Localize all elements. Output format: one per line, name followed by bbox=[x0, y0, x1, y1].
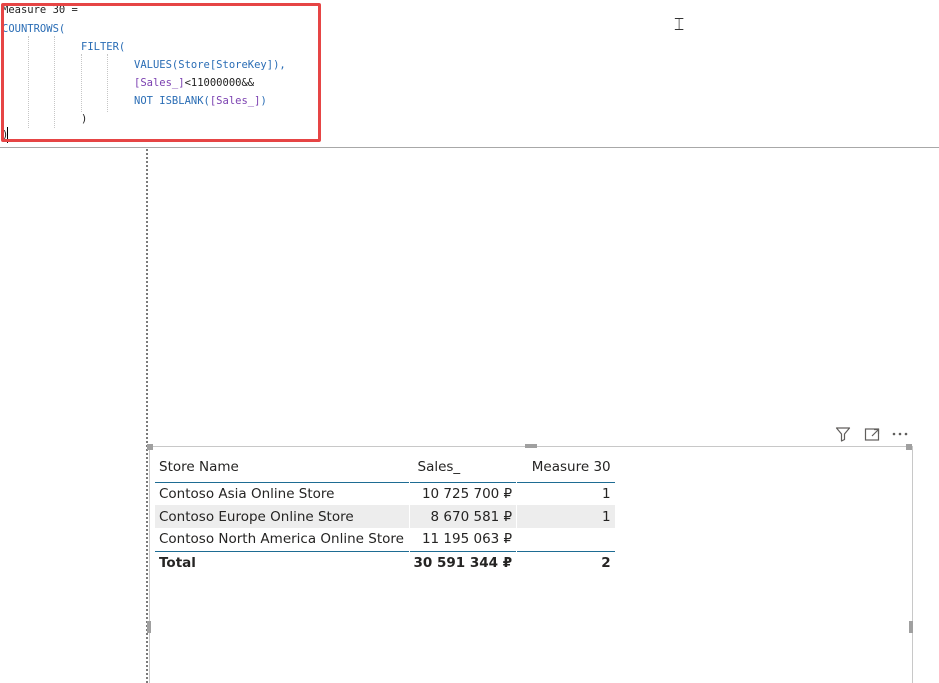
measure-cell: 1 bbox=[516, 482, 615, 505]
annotation-highlight-box bbox=[1, 3, 321, 142]
resize-handle[interactable] bbox=[909, 621, 913, 633]
measure-cell: 1 bbox=[516, 505, 615, 528]
store-name-cell: Contoso Europe Online Store bbox=[155, 505, 409, 528]
total-measure: 2 bbox=[516, 551, 615, 574]
store-sales-table: Store Name Sales_ Measure 30 Contoso Asi… bbox=[155, 452, 615, 574]
table-row[interactable]: Contoso Asia Online Store 10 725 700 ₽ 1 bbox=[155, 482, 615, 505]
sales-cell: 8 670 581 ₽ bbox=[408, 505, 517, 528]
resize-handle[interactable] bbox=[525, 444, 537, 448]
column-header-measure-30[interactable]: Measure 30 bbox=[516, 452, 615, 482]
sales-cell: 10 725 700 ₽ bbox=[408, 482, 517, 505]
column-header-store-name[interactable]: Store Name bbox=[155, 452, 409, 482]
table-header-row: Store Name Sales_ Measure 30 bbox=[155, 452, 615, 482]
measure-cell bbox=[516, 528, 615, 551]
resize-handle[interactable] bbox=[147, 444, 153, 450]
formula-editor[interactable]: Measure 30 = COUNTROWS( FILTER( VALUES(S… bbox=[0, 0, 939, 148]
store-name-cell: Contoso North America Online Store bbox=[159, 531, 404, 548]
visual-header bbox=[834, 426, 914, 444]
canvas-boundary bbox=[146, 149, 148, 683]
resize-handle[interactable] bbox=[147, 621, 151, 633]
table-row[interactable]: Contoso Europe Online Store 8 670 581 ₽ … bbox=[155, 505, 615, 528]
column-header-sales[interactable]: Sales_ bbox=[408, 452, 517, 482]
focus-mode-icon[interactable] bbox=[863, 426, 881, 444]
total-label: Total bbox=[159, 554, 196, 571]
sales-cell: 11 195 063 ₽ bbox=[408, 528, 517, 551]
filter-icon[interactable] bbox=[834, 426, 852, 444]
table-row[interactable]: Contoso North America Online Store 11 19… bbox=[155, 528, 615, 551]
more-options-icon[interactable] bbox=[891, 426, 909, 444]
total-row: Total 30 591 344 ₽ 2 bbox=[155, 551, 615, 574]
total-sales: 30 591 344 ₽ bbox=[408, 551, 517, 574]
resize-handle[interactable] bbox=[906, 444, 912, 450]
store-name-cell: Contoso Asia Online Store bbox=[159, 485, 335, 502]
ibeam-cursor-icon: ⌶ bbox=[674, 15, 685, 35]
